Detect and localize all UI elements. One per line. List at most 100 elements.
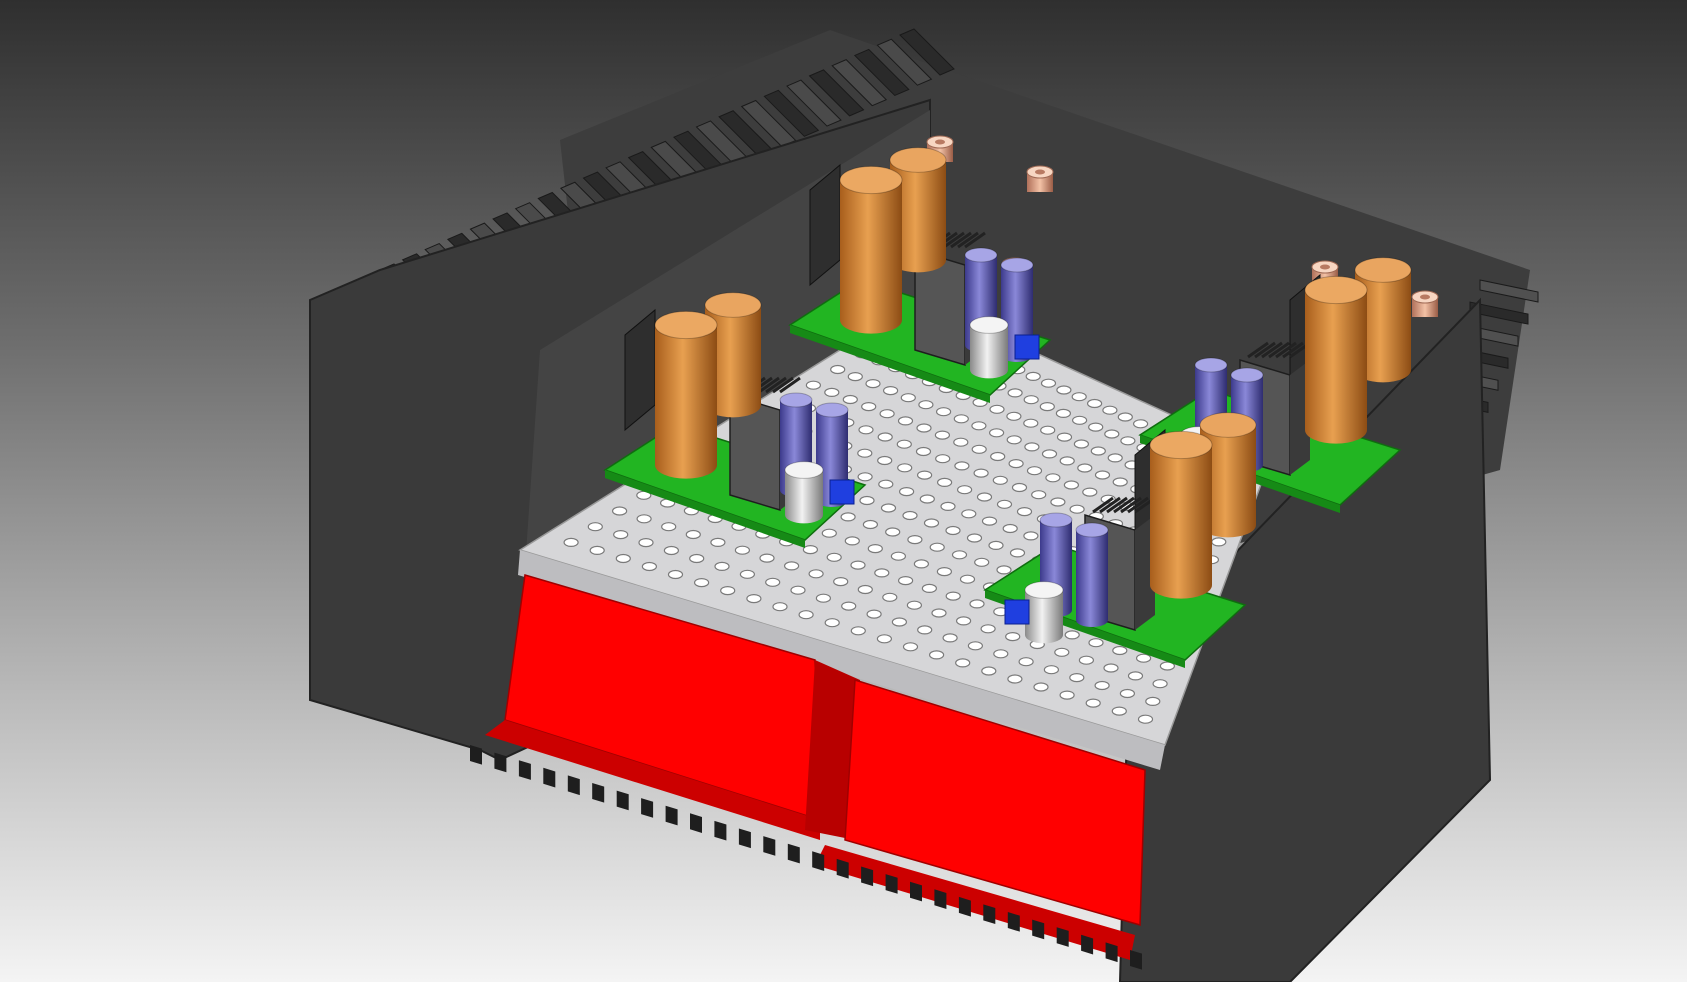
plate-hole — [959, 574, 976, 584]
plate-hole — [906, 600, 923, 610]
plate-hole — [861, 402, 877, 412]
plate-hole — [929, 542, 945, 552]
plate-hole — [815, 593, 832, 603]
large-capacitor-top — [839, 165, 903, 195]
plate-hole — [1002, 523, 1018, 534]
plate-hole — [992, 475, 1008, 485]
plate-hole — [980, 624, 996, 634]
plate-hole — [931, 608, 947, 618]
plate-hole — [918, 400, 934, 410]
plate-hole — [790, 585, 806, 595]
large-capacitor — [840, 180, 902, 320]
film-capacitor — [1014, 334, 1040, 360]
plate-hole — [988, 428, 1005, 438]
plate-hole — [1059, 690, 1075, 700]
plate-hole — [900, 393, 916, 403]
plate-hole — [990, 451, 1006, 462]
plate-hole — [1041, 449, 1058, 459]
plate-hole — [866, 609, 882, 619]
plate-hole — [942, 633, 958, 643]
small-capacitor-top — [779, 392, 813, 408]
plate-hole — [890, 551, 907, 561]
plate-hole — [1104, 429, 1120, 439]
plate-hole — [1045, 473, 1061, 483]
bottom-fin — [714, 820, 727, 841]
plate-hole — [955, 616, 972, 626]
plate-hole — [1007, 674, 1023, 684]
plate-hole — [1135, 653, 1152, 663]
plate-hole — [954, 461, 970, 471]
plate-hole — [720, 585, 736, 596]
plate-hole — [1016, 507, 1033, 517]
plate-hole — [808, 569, 824, 579]
plate-hole — [951, 550, 968, 560]
plate-hole — [915, 446, 932, 457]
plate-hole — [1033, 682, 1049, 692]
plate-hole — [996, 499, 1013, 509]
plate-hole — [1050, 497, 1066, 507]
plate-hole — [882, 386, 899, 396]
plate-hole — [1145, 696, 1161, 707]
plate-hole — [1006, 435, 1022, 445]
small-capacitor-top — [1000, 257, 1034, 273]
plate-hole — [840, 512, 856, 522]
plate-hole — [1055, 408, 1072, 418]
plate-hole — [1152, 679, 1168, 689]
small-capacitor-bottom — [1076, 612, 1108, 628]
plate-hole — [850, 626, 866, 636]
plate-hole — [897, 463, 913, 473]
plate-hole — [1059, 456, 1075, 466]
plate-hole — [1011, 482, 1028, 493]
plate-hole — [976, 492, 993, 502]
plate-hole — [826, 552, 842, 562]
plate-hole — [974, 557, 990, 567]
silver-capacitor-bottom — [970, 361, 1008, 379]
plate-hole — [936, 477, 953, 487]
plate-hole — [830, 364, 846, 375]
plate-hole — [897, 575, 914, 586]
bottom-fin — [787, 843, 800, 864]
plate-hole — [993, 649, 1009, 659]
film-capacitor — [1004, 599, 1030, 625]
plate-hole — [663, 545, 680, 556]
plate-hole — [1056, 385, 1072, 395]
plate-hole — [613, 529, 629, 540]
silver-capacitor-bottom — [1025, 626, 1063, 644]
plate-hole — [916, 423, 932, 433]
standoff-hole — [1420, 294, 1430, 300]
plate-hole — [1073, 439, 1090, 449]
plate-hole — [865, 379, 881, 389]
bottom-fin — [518, 760, 531, 780]
plate-hole — [1094, 680, 1110, 691]
plate-hole — [1088, 638, 1104, 648]
plate-hole — [902, 642, 919, 652]
cad-viewport[interactable] — [0, 0, 1687, 982]
small-capacitor-top — [1194, 357, 1228, 373]
plate-hole — [1018, 657, 1034, 667]
plate-hole — [563, 537, 579, 548]
bottom-fin — [567, 775, 580, 796]
plate-hole — [693, 577, 710, 588]
plate-hole — [896, 439, 912, 449]
plate-hole — [841, 601, 857, 611]
plate-hole — [989, 404, 1005, 414]
plate-hole — [1054, 647, 1070, 657]
plate-hole — [867, 543, 883, 554]
plate-hole — [874, 568, 890, 578]
small-capacitor-top — [815, 402, 849, 418]
film-capacitor — [829, 479, 855, 505]
plate-hole — [1040, 378, 1057, 388]
plate-hole — [969, 599, 985, 609]
plate-hole — [891, 617, 908, 627]
plate-hole — [1137, 714, 1154, 724]
plate-hole — [1008, 459, 1024, 469]
plate-hole — [1119, 688, 1136, 699]
bottom-fin — [690, 813, 702, 833]
plate-hole — [953, 414, 969, 424]
plate-hole — [988, 540, 1004, 551]
plate-hole — [945, 525, 961, 536]
plate-hole — [1007, 388, 1023, 398]
small-capacitor-top — [1230, 367, 1264, 383]
bottom-fin — [738, 828, 751, 849]
silver-capacitor-bottom — [785, 506, 823, 524]
